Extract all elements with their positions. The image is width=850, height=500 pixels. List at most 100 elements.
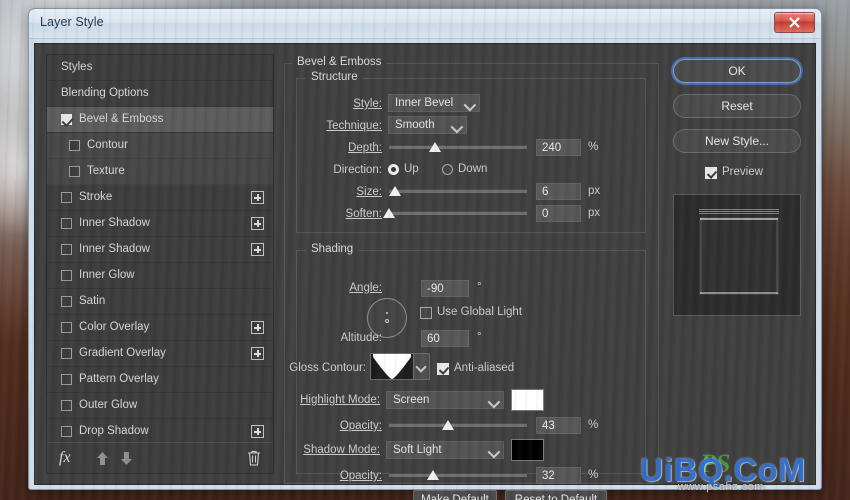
style-enable-checkbox[interactable]	[61, 114, 72, 125]
highlight-mode-label-text: Highlight Mode:	[300, 394, 380, 406]
technique-label-text: Technique:	[326, 120, 382, 132]
add-effect-icon[interactable]	[251, 217, 264, 230]
new-style-button[interactable]: New Style...	[673, 129, 801, 153]
style-list-item[interactable]: Contour	[47, 133, 273, 159]
style-list-item[interactable]: Outer Glow	[47, 393, 273, 419]
style-list-item[interactable]: Bevel & Emboss	[47, 107, 273, 133]
make-default-button[interactable]: Make Default	[413, 490, 497, 500]
close-x-glyph	[789, 17, 800, 28]
shadow-opacity-slider[interactable]	[389, 468, 527, 481]
shadow-mode-label-text: Shadow Mode:	[303, 444, 380, 456]
structure-title: Structure	[306, 71, 363, 83]
bevel-emboss-title: Bevel & Emboss	[292, 56, 387, 68]
shadow-color-swatch[interactable]	[511, 439, 544, 461]
chevron-down-icon	[487, 395, 501, 409]
dial-hub	[386, 312, 388, 314]
direction-up-label: Up	[404, 163, 419, 175]
style-list-item[interactable]: Satin	[47, 289, 273, 315]
style-enable-checkbox[interactable]	[61, 400, 72, 411]
style-enable-checkbox[interactable]	[69, 166, 80, 177]
direction-down-label: Down	[458, 163, 488, 175]
highlight-opacity-input[interactable]: 43	[536, 417, 581, 434]
watermark-sub: www.psahz.com	[678, 481, 764, 493]
add-effect-icon[interactable]	[251, 425, 264, 438]
highlight-opacity-slider[interactable]	[389, 418, 527, 431]
gloss-contour-icon[interactable]	[370, 353, 414, 380]
highlight-color-swatch[interactable]	[511, 389, 544, 411]
add-effect-icon[interactable]	[251, 321, 264, 334]
altitude-value: 60	[427, 333, 440, 345]
shading-title: Shading	[306, 243, 359, 255]
slider-thumb[interactable]	[428, 142, 441, 152]
style-enable-checkbox[interactable]	[61, 270, 72, 281]
style-enable-checkbox[interactable]	[69, 140, 80, 151]
style-list-item[interactable]: Gradient Overlay	[47, 341, 273, 367]
angle-input[interactable]: -90	[421, 280, 469, 297]
style-select[interactable]: Inner Bevel	[388, 94, 480, 112]
style-enable-checkbox[interactable]	[61, 426, 72, 437]
add-effect-icon[interactable]	[251, 243, 264, 256]
style-enable-checkbox[interactable]	[61, 296, 72, 307]
slider-thumb[interactable]	[388, 186, 401, 196]
add-effect-icon[interactable]	[251, 347, 264, 360]
reset-to-default-button[interactable]: Reset to Default	[505, 490, 607, 500]
soften-slider[interactable]	[383, 206, 527, 219]
style-list-item[interactable]: Color Overlay	[47, 315, 273, 341]
chevron-down-icon	[487, 445, 501, 459]
shadow-mode-value: Soft Light	[393, 444, 442, 456]
depth-input[interactable]: 240	[536, 139, 581, 156]
reset-button[interactable]: Reset	[673, 94, 801, 118]
style-list-item[interactable]: Inner Shadow	[47, 211, 273, 237]
gloss-contour-label: Gloss Contour:	[289, 362, 366, 374]
style-list-item-label: Pattern Overlay	[79, 373, 159, 385]
shadow-opacity-value: 32	[542, 470, 555, 482]
style-enable-checkbox[interactable]	[61, 218, 72, 229]
style-enable-checkbox[interactable]	[61, 374, 72, 385]
trash-icon[interactable]	[247, 450, 261, 466]
ok-button[interactable]: OK	[673, 59, 801, 83]
highlight-mode-select[interactable]: Screen	[386, 391, 504, 409]
close-icon[interactable]	[774, 12, 815, 33]
shadow-mode-select[interactable]: Soft Light	[386, 441, 504, 459]
style-list-item[interactable]: Inner Shadow	[47, 237, 273, 263]
style-list-item-label: Styles	[61, 61, 93, 73]
title-bar[interactable]: Layer Style	[29, 9, 821, 39]
highlight-opacity-label-text: Opacity:	[339, 420, 382, 432]
soften-label-text: Soften:	[345, 208, 382, 220]
style-list-item-label: Outer Glow	[79, 399, 138, 411]
size-input[interactable]: 6	[536, 183, 581, 200]
style-list-item[interactable]: Stroke	[47, 185, 273, 211]
style-list-item[interactable]: Blending Options	[47, 81, 273, 107]
style-enable-checkbox[interactable]	[61, 348, 72, 359]
desktop-background: Layer Style Styles Blending Options Bevel …	[0, 0, 850, 500]
arrow-up-icon[interactable]	[95, 451, 110, 466]
size-slider[interactable]	[388, 184, 527, 197]
angle-label-text: Angle:	[349, 282, 382, 294]
style-list-item[interactable]: Styles	[47, 55, 273, 81]
style-select-value: Inner Bevel	[395, 97, 454, 109]
depth-slider[interactable]	[389, 140, 527, 153]
arrow-down-icon[interactable]	[119, 451, 134, 466]
shadow-opacity-unit: %	[588, 469, 599, 481]
slider-thumb[interactable]	[442, 420, 455, 430]
altitude-input[interactable]: 60	[421, 330, 469, 347]
shadow-opacity-input[interactable]: 32	[536, 467, 581, 484]
dialog-body: Styles Blending Options Bevel & Emboss Cont…	[34, 43, 816, 500]
style-list-item[interactable]: Inner Glow	[47, 263, 273, 289]
add-effect-icon[interactable]	[251, 191, 264, 204]
soften-input[interactable]: 0	[536, 205, 581, 222]
trash-glyph	[248, 450, 260, 466]
technique-select[interactable]: Smooth	[388, 116, 467, 134]
depth-value: 240	[542, 142, 562, 154]
style-list-item[interactable]: Pattern Overlay	[47, 367, 273, 393]
style-enable-checkbox[interactable]	[61, 244, 72, 255]
style-enable-checkbox[interactable]	[61, 192, 72, 203]
slider-thumb[interactable]	[427, 470, 440, 480]
style-list-item-label: Bevel & Emboss	[79, 113, 164, 125]
gloss-contour-dropdown[interactable]	[414, 353, 430, 380]
style-enable-checkbox[interactable]	[61, 322, 72, 333]
fx-icon[interactable]: fx	[59, 449, 71, 467]
style-list-item[interactable]: Texture	[47, 159, 273, 185]
style-list-item-label: Satin	[79, 295, 106, 307]
slider-thumb[interactable]	[383, 208, 395, 218]
